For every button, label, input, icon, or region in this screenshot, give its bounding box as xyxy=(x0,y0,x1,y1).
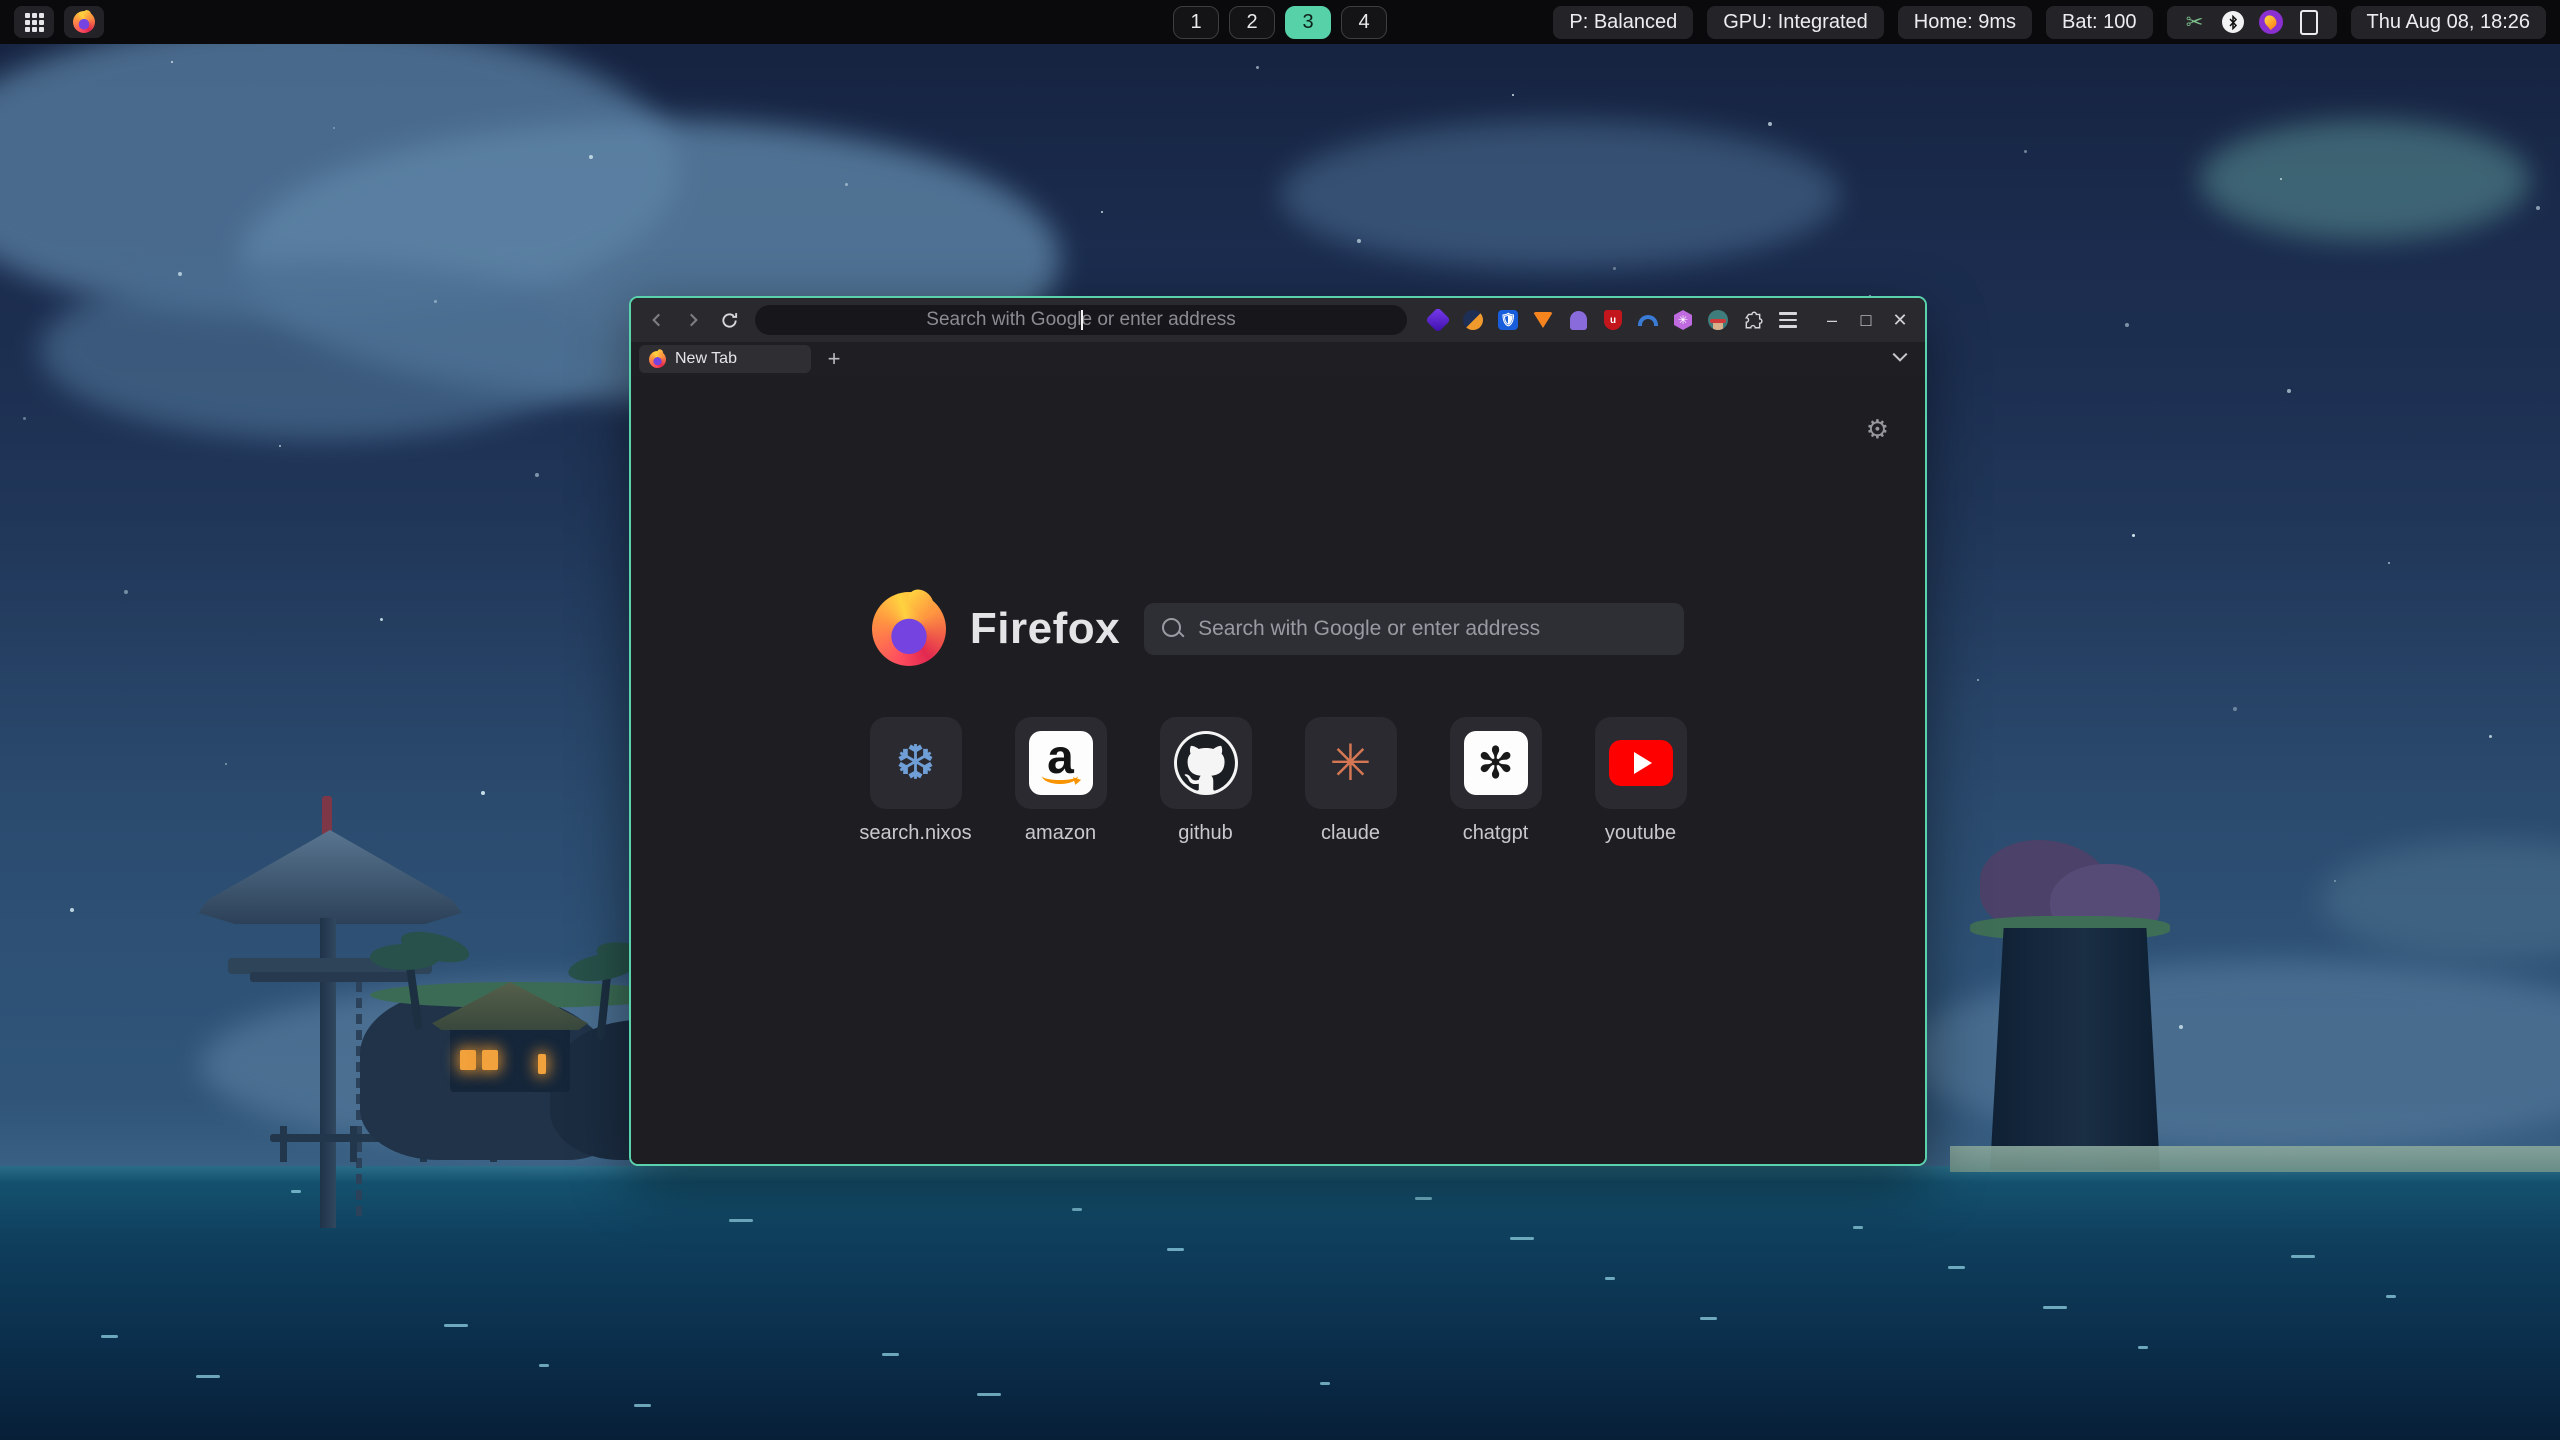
workspace-4-button[interactable]: 4 xyxy=(1341,6,1387,39)
url-bar[interactable]: Search with Google or enter address xyxy=(755,305,1407,335)
shortcut-claude[interactable]: ✳ claude xyxy=(1305,717,1397,845)
reload-button[interactable] xyxy=(713,305,745,335)
claude-starburst-icon: ✳ xyxy=(1330,734,1372,792)
ping-status: Home: 9ms xyxy=(1898,6,2032,39)
amazon-icon: a xyxy=(1029,731,1093,795)
newtab-page: ⚙ Firefox ❆ search.nixos a amazon xyxy=(631,376,1925,1164)
app-launcher-button[interactable] xyxy=(14,6,54,38)
bitwarden-extension-icon[interactable]: 🛡 xyxy=(1497,309,1519,331)
openai-knot-icon: ✻ xyxy=(1464,731,1528,795)
forward-button[interactable] xyxy=(677,305,709,335)
wallpaper-cloud xyxy=(40,260,600,440)
darkreader-extension-icon[interactable] xyxy=(1462,309,1484,331)
top-status-bar: 1 2 3 4 P: Balanced GPU: Integrated Home… xyxy=(0,0,2560,44)
new-tab-button[interactable]: + xyxy=(821,346,847,372)
avatar-glasses-extension-icon[interactable] xyxy=(1707,309,1729,331)
battery-status: Bat: 100 xyxy=(2046,6,2153,39)
shortcut-tiles: ❆ search.nixos a amazon github ✳ claude … xyxy=(631,717,1925,845)
firefox-icon xyxy=(73,11,95,33)
extension-buttons: 🛡 u ✳ xyxy=(1427,309,1799,331)
extensions-puzzle-button[interactable] xyxy=(1742,309,1764,331)
vpn-arc-extension-icon[interactable] xyxy=(1637,309,1659,331)
shortcut-label: amazon xyxy=(1025,822,1096,845)
firefox-favicon xyxy=(649,351,666,368)
purple-gem-extension-icon[interactable] xyxy=(1427,309,1449,331)
shortcut-label: chatgpt xyxy=(1463,822,1529,845)
youtube-play-icon xyxy=(1609,740,1673,786)
firefox-wordmark: Firefox xyxy=(970,604,1120,654)
clock[interactable]: Thu Aug 08, 18:26 xyxy=(2351,6,2546,39)
flameshot-icon[interactable] xyxy=(2259,10,2283,34)
wallpaper-ocean xyxy=(0,1166,2560,1440)
wallpaper-beach xyxy=(1950,1146,2560,1172)
firefox-launcher-button[interactable] xyxy=(64,6,104,38)
wallpaper-cloud xyxy=(1280,120,1840,270)
shortcut-amazon[interactable]: a amazon xyxy=(1015,717,1107,845)
shortcut-youtube[interactable]: youtube xyxy=(1595,717,1687,845)
newtab-search-input[interactable] xyxy=(1144,603,1684,655)
search-icon xyxy=(1162,618,1181,637)
workspace-2-button[interactable]: 2 xyxy=(1229,6,1275,39)
workspace-switcher: 1 2 3 4 xyxy=(1173,0,1387,44)
text-caret xyxy=(1081,310,1083,330)
shortcut-search-nixos[interactable]: ❆ search.nixos xyxy=(870,717,962,845)
shortcut-label: github xyxy=(1178,822,1233,845)
purple-hexagon-extension-icon[interactable]: ✳ xyxy=(1672,309,1694,331)
nixos-snowflake-icon: ❆ xyxy=(895,735,935,791)
wallpaper-cliff xyxy=(1960,840,2220,1170)
firefox-logo xyxy=(872,592,946,666)
desktop: 1 2 3 4 P: Balanced GPU: Integrated Home… xyxy=(0,0,2560,1440)
maximize-button[interactable]: □ xyxy=(1851,306,1881,334)
system-tray: ✂ xyxy=(2167,6,2337,39)
personalize-gear-icon[interactable]: ⚙ xyxy=(1866,414,1889,445)
power-profile-status: P: Balanced xyxy=(1553,6,1693,39)
wallpaper-cloud xyxy=(2200,120,2530,240)
newtab-hero: Firefox xyxy=(631,592,1925,666)
workspace-3-button-active[interactable]: 3 xyxy=(1285,6,1331,39)
tab-list-chevron-down-icon[interactable] xyxy=(1891,350,1909,368)
menu-button[interactable] xyxy=(1777,309,1799,331)
workspace-1-button[interactable]: 1 xyxy=(1173,6,1219,39)
close-button[interactable]: ✕ xyxy=(1885,306,1915,334)
shortcut-label: search.nixos xyxy=(859,822,971,845)
firefox-tabbar: New Tab + xyxy=(631,342,1925,376)
status-area: P: Balanced GPU: Integrated Home: 9ms Ba… xyxy=(1553,6,2546,39)
gpu-status: GPU: Integrated xyxy=(1707,6,1884,39)
window-controls: – □ ✕ xyxy=(1817,306,1915,334)
minimize-button[interactable]: – xyxy=(1817,306,1847,334)
tab-new-tab[interactable]: New Tab xyxy=(639,345,811,373)
newtab-search xyxy=(1144,603,1684,655)
scissors-icon[interactable]: ✂ xyxy=(2183,10,2207,34)
shortcut-label: claude xyxy=(1321,822,1380,845)
shortcut-label: youtube xyxy=(1605,822,1676,845)
app-grid-icon xyxy=(25,13,44,32)
phone-icon[interactable] xyxy=(2297,10,2321,34)
tab-label: New Tab xyxy=(675,350,737,368)
bluetooth-icon[interactable] xyxy=(2221,10,2245,34)
ghostery-extension-icon[interactable] xyxy=(1567,309,1589,331)
metamask-extension-icon[interactable] xyxy=(1532,309,1554,331)
github-octocat-icon xyxy=(1174,731,1238,795)
ublock-origin-extension-icon[interactable]: u xyxy=(1602,309,1624,331)
shortcut-chatgpt[interactable]: ✻ chatgpt xyxy=(1450,717,1542,845)
shortcut-github[interactable]: github xyxy=(1160,717,1252,845)
firefox-window: Search with Google or enter address 🛡 u … xyxy=(629,296,1927,1166)
firefox-navbar: Search with Google or enter address 🛡 u … xyxy=(631,298,1925,342)
back-button[interactable] xyxy=(641,305,673,335)
